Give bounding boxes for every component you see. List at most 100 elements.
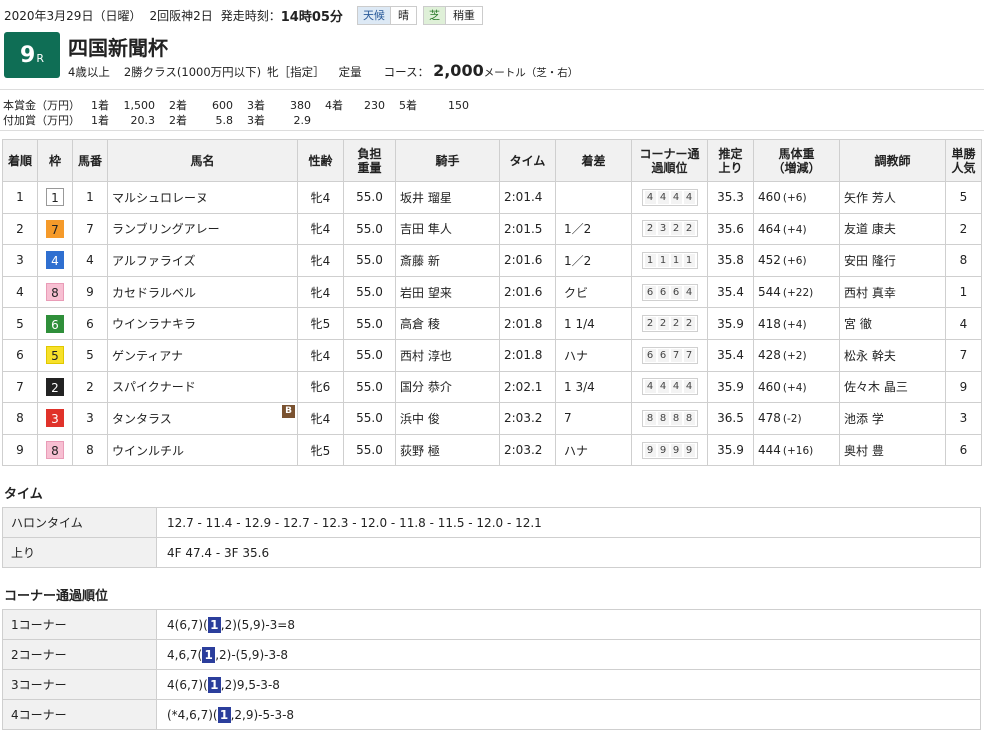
corner-highlight-horse: 1 bbox=[207, 676, 221, 693]
col-last3f[interactable]: 推定上り bbox=[707, 139, 754, 182]
corner-position: 4 bbox=[657, 190, 669, 204]
trainer-cell: 松永 幹夫 bbox=[839, 338, 946, 372]
jockey-link[interactable]: 荻野 極 bbox=[400, 444, 440, 458]
col-corner[interactable]: コーナー通過順位 bbox=[631, 139, 708, 182]
corner-order-before: 4(6,7)( bbox=[167, 677, 208, 692]
col-waku[interactable]: 枠 bbox=[37, 139, 73, 182]
jockey-link[interactable]: 高倉 稜 bbox=[400, 317, 440, 331]
prize-place: 1着 bbox=[91, 99, 109, 112]
trainer-link[interactable]: 西村 真幸 bbox=[844, 286, 896, 300]
col-body-weight[interactable]: 馬体重（増減） bbox=[753, 139, 840, 182]
prize-amount: 600 bbox=[212, 99, 233, 112]
col-rank[interactable]: 着順 bbox=[2, 139, 38, 182]
jockey-link[interactable]: 斎藤 新 bbox=[400, 254, 440, 268]
result-row: 1 1 1 マルシュロレーヌ 牝4 55.0 坂井 瑠星 2:01.4 4 4 4 4 35.3 460(… bbox=[2, 181, 982, 214]
prize-amount: 20.3 bbox=[130, 114, 156, 127]
trainer-link[interactable]: 友道 康夫 bbox=[844, 222, 896, 236]
result-row: 3 4 4 アルファライズ 牝4 55.0 斎藤 新 2:01.6 1／2 1 1 1 1 35.8 452… bbox=[2, 244, 982, 277]
corner-order-before: 4,6,7( bbox=[167, 647, 203, 662]
horse-name-cell: ゲンティアナ bbox=[107, 338, 298, 372]
jockey-link[interactable]: 浜中 俊 bbox=[400, 412, 440, 426]
body-weight: 418 bbox=[758, 316, 781, 331]
result-row: 7 2 2 スパイクナード 牝6 55.0 国分 恭介 2:02.1 1 3/4 4 4 4 4 35.9… bbox=[2, 370, 982, 404]
corner-position: 9 bbox=[644, 443, 656, 457]
jockey-link[interactable]: 坂井 瑠星 bbox=[400, 191, 452, 205]
horse-name-link[interactable]: カセドラルベル bbox=[112, 286, 196, 300]
margin-cell: ハナ bbox=[555, 433, 632, 467]
col-horse-name[interactable]: 馬名 bbox=[107, 139, 298, 182]
jockey-link[interactable]: 吉田 隼人 bbox=[400, 222, 452, 236]
corner-row-value: 4,6,7(1,2)-(5,9)-3-8 bbox=[156, 639, 981, 670]
time-cell: 2:01.4 bbox=[499, 181, 556, 214]
trainer-cell: 矢作 芳人 bbox=[839, 181, 946, 214]
horse-name-link[interactable]: ランブリングアレー bbox=[112, 222, 220, 236]
prize-place: 3着 bbox=[247, 99, 265, 112]
carried-weight-cell: 55.0 bbox=[343, 370, 396, 404]
corner-position: 9 bbox=[683, 443, 695, 457]
horse-name-link[interactable]: スパイクナード bbox=[112, 380, 196, 394]
sex-age-cell: 牝5 bbox=[297, 307, 344, 340]
trainer-link[interactable]: 宮 徹 bbox=[844, 317, 872, 331]
trainer-link[interactable]: 安田 隆行 bbox=[844, 254, 896, 268]
horse-name-link[interactable]: アルファライズ bbox=[112, 254, 196, 268]
race-date: 2020年3月29日（日曜） bbox=[4, 8, 142, 23]
col-trainer[interactable]: 調教師 bbox=[839, 139, 946, 182]
corner-position: 2 bbox=[670, 317, 682, 331]
col-carried-weight-label: 負担重量 bbox=[357, 146, 382, 175]
horse-number-cell: 9 bbox=[72, 275, 108, 309]
last3f-cell: 35.6 bbox=[707, 212, 754, 246]
waku-cell: 2 bbox=[37, 370, 73, 404]
col-margin[interactable]: 着差 bbox=[555, 139, 632, 182]
popularity-cell: 4 bbox=[945, 307, 982, 340]
last3f-cell: 35.8 bbox=[707, 244, 754, 277]
popularity-cell: 9 bbox=[945, 370, 982, 404]
rank-cell: 3 bbox=[2, 244, 38, 277]
col-carried-weight[interactable]: 負担重量 bbox=[343, 139, 396, 182]
col-sex-age[interactable]: 性齢 bbox=[297, 139, 344, 182]
prize-label: 本賞金（万円） bbox=[3, 99, 80, 112]
col-popularity[interactable]: 単勝人気 bbox=[945, 139, 982, 182]
body-weight-cell: 544 (+22) bbox=[753, 275, 840, 309]
horse-number-cell: 6 bbox=[72, 307, 108, 340]
trainer-link[interactable]: 池添 学 bbox=[844, 412, 884, 426]
col-horse-number[interactable]: 馬番 bbox=[72, 139, 108, 182]
waku-cell: 6 bbox=[37, 307, 73, 340]
corner-position: 1 bbox=[644, 253, 656, 267]
trainer-link[interactable]: 奥村 豊 bbox=[844, 444, 884, 458]
body-weight: 452 bbox=[758, 253, 781, 268]
margin-cell: 1 1/4 bbox=[555, 307, 632, 340]
prize-amount: 5.8 bbox=[215, 114, 234, 127]
trainer-link[interactable]: 佐々木 晶三 bbox=[844, 380, 908, 394]
col-time[interactable]: タイム bbox=[499, 139, 556, 182]
jockey-link[interactable]: 岩田 望来 bbox=[400, 286, 452, 300]
corner-positions: 9999 bbox=[641, 441, 698, 459]
corner-cell: 4444 bbox=[631, 370, 708, 404]
horse-name-link[interactable]: ウインラナキラ bbox=[112, 317, 196, 331]
horse-number-cell: 8 bbox=[72, 433, 108, 467]
corner-row: 1コーナー 4(6,7)(1,2)(5,9)-3=8 bbox=[2, 609, 981, 640]
rank-cell: 5 bbox=[2, 307, 38, 340]
horse-name-link[interactable]: ウインルチル bbox=[112, 444, 184, 458]
trainer-link[interactable]: 松永 幹夫 bbox=[844, 349, 896, 363]
corner-position: 4 bbox=[644, 380, 656, 394]
horse-name-link[interactable]: ゲンティアナ bbox=[112, 349, 183, 363]
divider bbox=[0, 89, 984, 90]
horse-name-link[interactable]: タンタラス bbox=[112, 412, 172, 426]
time-cell: 2:02.1 bbox=[499, 370, 556, 404]
horse-name-cell: ランブリングアレー bbox=[107, 212, 298, 246]
trainer-link[interactable]: 矢作 芳人 bbox=[844, 191, 896, 205]
corner-position: 6 bbox=[644, 285, 656, 299]
time-section-title: タイム bbox=[4, 487, 43, 502]
carried-weight-cell: 55.0 bbox=[343, 307, 396, 340]
body-weight: 460 bbox=[758, 190, 781, 205]
popularity-cell: 3 bbox=[945, 402, 982, 435]
col-jockey[interactable]: 騎手 bbox=[395, 139, 500, 182]
horse-name-cell: スパイクナード bbox=[107, 370, 298, 404]
jockey-cell: 吉田 隼人 bbox=[395, 212, 500, 246]
corner-cell: 1111 bbox=[631, 244, 708, 277]
corner-positions: 4444 bbox=[641, 188, 698, 206]
jockey-link[interactable]: 西村 淳也 bbox=[400, 349, 452, 363]
trainer-cell: 友道 康夫 bbox=[839, 212, 946, 246]
jockey-link[interactable]: 国分 恭介 bbox=[400, 380, 452, 394]
horse-name-link[interactable]: マルシュロレーヌ bbox=[112, 191, 208, 205]
